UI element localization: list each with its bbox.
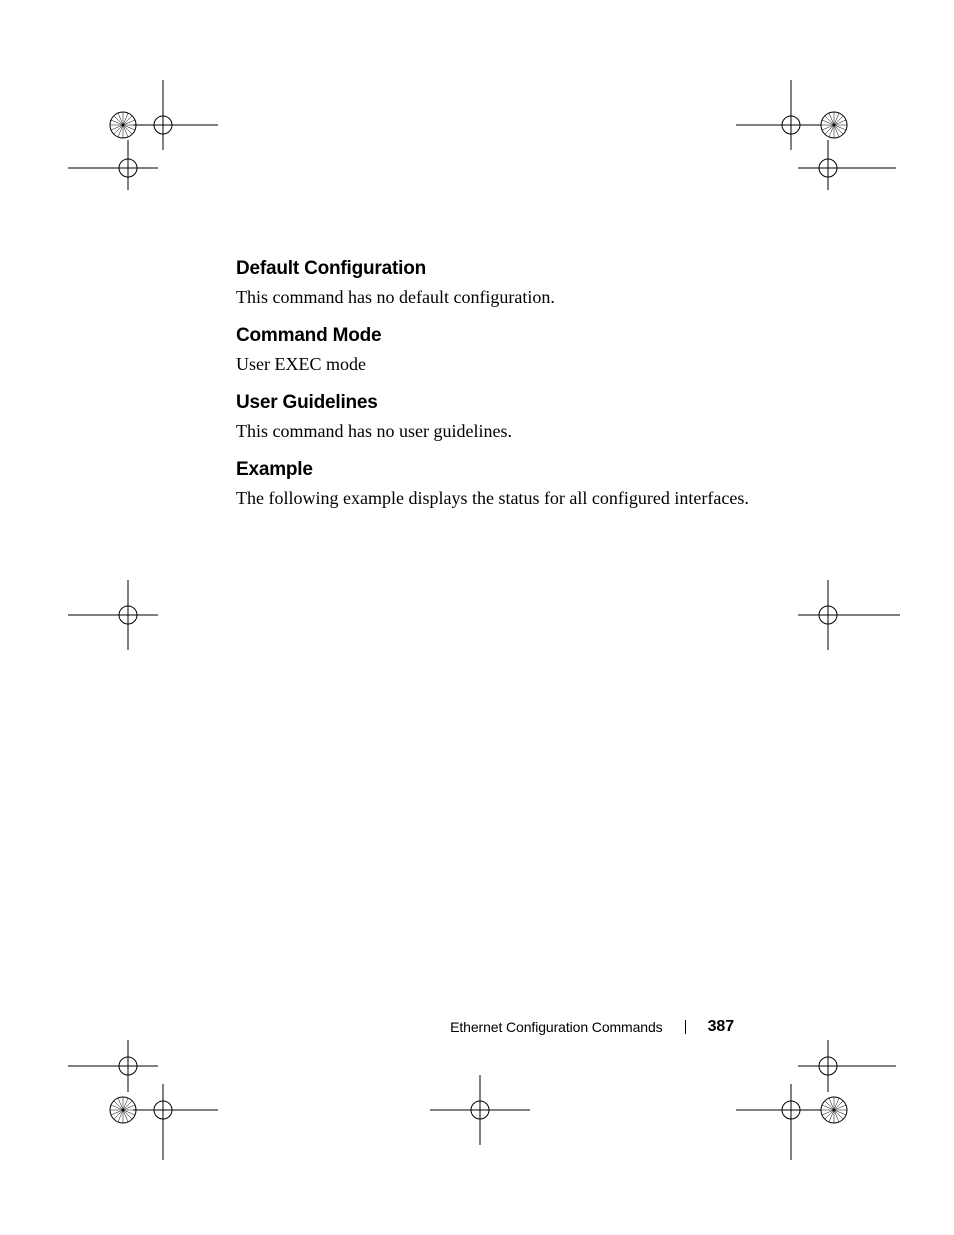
page-content: Default Configuration This command has n… (236, 258, 766, 510)
registration-mark-icon (68, 80, 218, 190)
footer-page-number: 387 (708, 1018, 734, 1036)
registration-mark-icon (430, 1075, 530, 1145)
body-example: The following example displays the statu… (236, 486, 766, 510)
body-user-guidelines: This command has no user guidelines. (236, 419, 766, 443)
body-command-mode: User EXEC mode (236, 352, 766, 376)
registration-mark-icon (68, 580, 168, 650)
heading-command-mode: Command Mode (236, 309, 766, 352)
registration-mark-icon (790, 580, 900, 650)
heading-default-configuration: Default Configuration (236, 258, 766, 285)
registration-mark-icon (736, 80, 896, 190)
footer-separator (685, 1020, 686, 1034)
heading-example: Example (236, 443, 766, 486)
page-footer: Ethernet Configuration Commands 387 (450, 1018, 734, 1036)
body-default-configuration: This command has no default configuratio… (236, 285, 766, 309)
footer-chapter-title: Ethernet Configuration Commands (450, 1019, 662, 1035)
registration-mark-icon (68, 1040, 218, 1160)
registration-mark-icon (736, 1040, 896, 1160)
heading-user-guidelines: User Guidelines (236, 376, 766, 419)
